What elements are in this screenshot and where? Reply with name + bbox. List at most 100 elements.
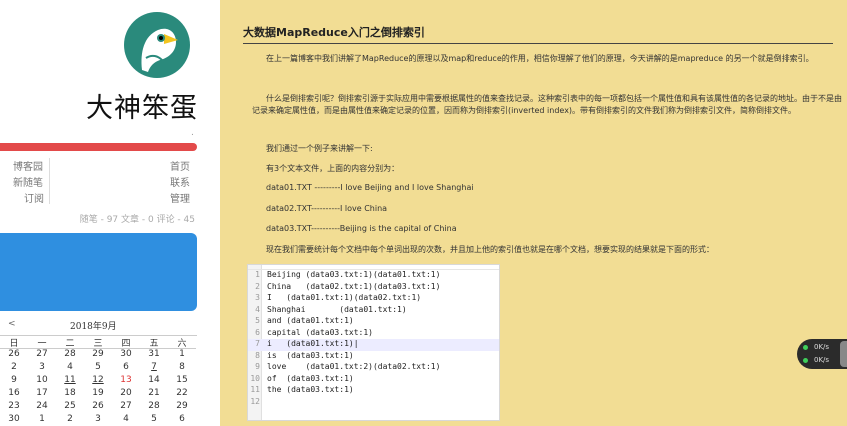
calendar-day: 4 [67, 362, 73, 372]
calendar-day: 1 [39, 414, 45, 424]
code-line: 1 Beijing (data03.txt:1)(data01.txt:1) [248, 270, 499, 282]
calendar-grid: 日 一 二 三 四 五 六 26 27 28 29 30 31 1 2 3 4 [0, 335, 197, 426]
line-number: 9 [255, 362, 260, 371]
upload-indicator-icon [803, 344, 808, 350]
nav-link-new-post[interactable]: 新随笔 [13, 174, 43, 189]
nav-divider [49, 158, 50, 204]
code-line: 10 of (data03.txt:1) [248, 374, 499, 386]
calendar-day: 3 [95, 414, 101, 424]
upload-speed: 0K/s [803, 343, 829, 351]
calendar-weekday: 三 [84, 336, 112, 349]
line-number: 5 [255, 316, 260, 325]
calendar-day: 25 [64, 401, 76, 411]
calendar-day: 18 [64, 388, 76, 398]
nav-link-admin[interactable]: 管理 [170, 190, 190, 205]
calendar-week: 23 24 25 26 27 28 29 [0, 401, 197, 414]
calendar-header: < 2018年9月 [0, 319, 197, 332]
line-number: 1 [255, 270, 260, 279]
blog-stats: 随笔 - 97 文章 - 0 评论 - 45 [79, 215, 195, 225]
calendar-day: 30 [120, 349, 132, 359]
code-line: 3 I (data01.txt:1)(data02.txt:1) [248, 293, 499, 305]
calendar-day: 9 [11, 375, 17, 385]
calendar-day: 20 [120, 388, 132, 398]
calendar-day: 10 [36, 375, 48, 385]
calendar-day: 8 [179, 362, 185, 372]
line-number: 10 [250, 373, 260, 383]
calendar-day: 17 [36, 388, 48, 398]
article-paragraph: 在上一篇博客中我们讲解了MapReduce的原理以及map和reduce的作用，… [266, 54, 814, 63]
profile-panel [0, 233, 197, 311]
article-title[interactable]: 大数据MapReduce入门之倒排索引 [243, 24, 833, 44]
calendar-weekday-row: 日 一 二 三 四 五 六 [0, 336, 197, 349]
code-text: China (data02.txt:1)(data03.txt:1) [267, 281, 441, 291]
calendar-day-link[interactable]: 7 [140, 362, 168, 375]
line-number: 7 [255, 339, 260, 348]
calendar-week: 30 1 2 3 4 5 6 [0, 414, 197, 426]
calendar-day: 5 [95, 362, 101, 372]
header-accent-bar [0, 143, 197, 151]
widget-drag-handle[interactable] [840, 341, 847, 367]
code-line: 8 is (data03.txt:1) [248, 351, 499, 363]
nav-link-home[interactable]: 首页 [170, 158, 190, 173]
nav-link-cnblogs[interactable]: 博客园 [13, 158, 43, 173]
code-text: i (data01.txt:1)| [267, 339, 359, 348]
calendar-day: 2 [67, 414, 73, 424]
code-text: of (data03.txt:1) [267, 373, 354, 383]
calendar-weekday: 四 [112, 336, 140, 349]
code-text: Shanghai (data01.txt:1) [267, 304, 407, 314]
calendar-weekday: 一 [28, 336, 56, 349]
calendar-week: 9 10 11 12 13 14 15 [0, 375, 197, 388]
calendar-day-today: 13 [120, 375, 132, 385]
calendar-day-link[interactable]: 12 [84, 375, 112, 388]
code-text: is (data03.txt:1) [267, 350, 354, 360]
calendar-prev-button[interactable]: < [8, 319, 16, 329]
calendar-day: 28 [64, 349, 76, 359]
calendar-day: 14 [148, 375, 160, 385]
calendar: < 2018年9月 日 一 二 三 四 五 六 26 27 28 29 30 3… [0, 319, 197, 424]
nav-link-subscribe[interactable]: 订阅 [24, 190, 44, 205]
code-text: the (data03.txt:1) [267, 385, 354, 394]
bird-icon [141, 28, 178, 72]
calendar-weekday: 二 [56, 336, 84, 349]
code-line: 5 and (data01.txt:1) [248, 316, 499, 328]
code-text: capital (data03.txt:1) [267, 327, 373, 337]
calendar-day: 23 [8, 401, 20, 411]
code-line: 9 love (data01.txt:2)(data02.txt:1) [248, 362, 499, 374]
calendar-day: 19 [92, 388, 104, 398]
download-speed-value: 0K/s [814, 356, 830, 364]
code-text: Beijing (data03.txt:1)(data01.txt:1) [267, 270, 441, 279]
calendar-day: 22 [176, 388, 188, 398]
line-number: 11 [250, 385, 260, 394]
calendar-day: 21 [148, 388, 160, 398]
site-name[interactable]: 大神笨蛋 [86, 86, 198, 125]
code-line: 6 capital (data03.txt:1) [248, 328, 499, 340]
download-indicator-icon [803, 357, 808, 363]
blog-logo[interactable] [124, 12, 190, 78]
calendar-day: 2 [11, 362, 17, 372]
article-paragraph: 什么是倒排索引呢？倒排索引源于实际应用中需要根据属性的值来查找记录。这种索引表中… [252, 94, 842, 115]
site-name-dot: . [191, 128, 194, 138]
line-number: 2 [255, 281, 260, 291]
calendar-day: 15 [176, 375, 188, 385]
sidebar: 大神笨蛋 . 博客园 新随笔 订阅 首页 联系 管理 随笔 - 97 文章 - … [0, 0, 220, 426]
calendar-day-link[interactable]: 11 [56, 375, 84, 388]
calendar-day: 1 [179, 349, 185, 359]
code-text: and (data01.txt:1) [267, 316, 354, 325]
calendar-day: 27 [120, 401, 132, 411]
calendar-title: 2018年9月 [70, 322, 117, 332]
upload-speed-value: 0K/s [814, 343, 830, 351]
code-line: 2 China (data02.txt:1)(data03.txt:1) [248, 282, 499, 294]
calendar-day: 26 [8, 349, 20, 359]
calendar-day: 3 [39, 362, 45, 372]
line-number: 4 [255, 304, 260, 314]
calendar-day: 31 [148, 349, 160, 359]
calendar-day: 29 [176, 401, 188, 411]
code-line-highlighted: 7 i (data01.txt:1)| [248, 339, 499, 351]
calendar-day: 27 [36, 349, 48, 359]
calendar-weekday: 日 [0, 336, 28, 349]
code-block[interactable]: 1 Beijing (data03.txt:1)(data01.txt:1) 2C… [247, 264, 500, 421]
calendar-weekday: 五 [140, 336, 168, 349]
calendar-day: 30 [8, 414, 20, 424]
code-line: 11 the (data03.txt:1) [248, 385, 499, 397]
nav-link-contact[interactable]: 联系 [170, 174, 190, 189]
